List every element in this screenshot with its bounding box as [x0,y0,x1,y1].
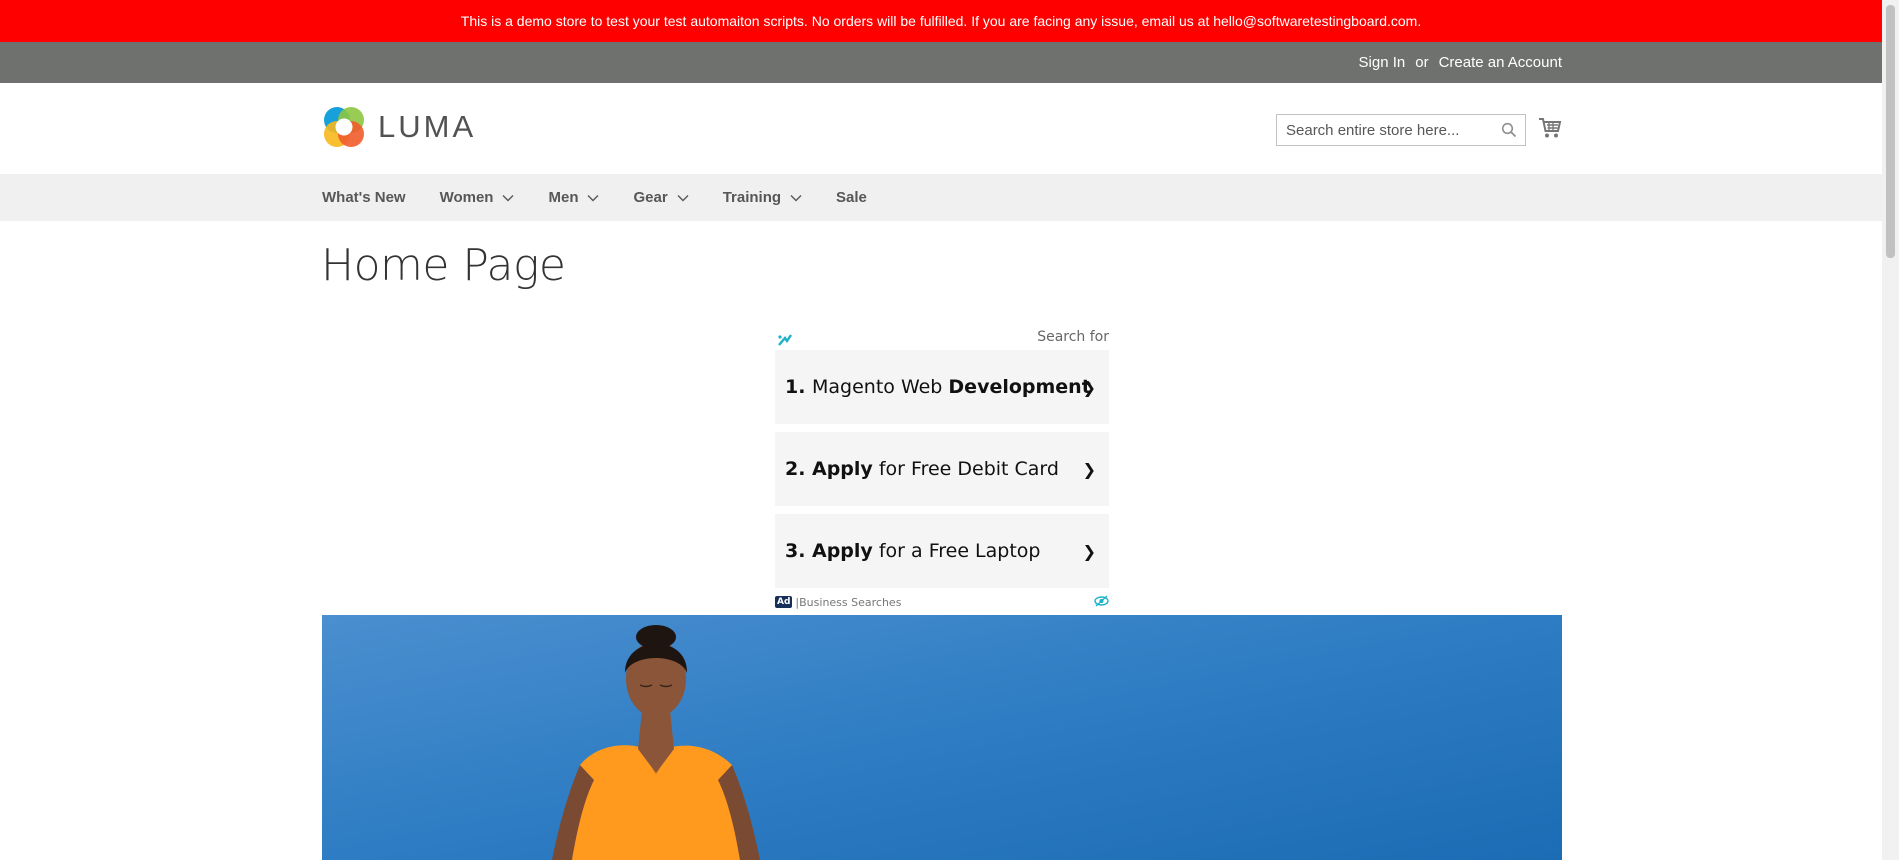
nav-item-label: Sale [836,189,867,206]
hero-banner-image[interactable] [322,615,1562,860]
nav-item-gear[interactable]: Gear [633,189,689,206]
ad-result[interactable]: 3. Apply for a Free Laptop ❯ [775,514,1109,588]
search-icon[interactable] [1501,122,1517,138]
nav-item-women[interactable]: Women [440,189,515,206]
adchoices-icon[interactable] [1094,595,1109,607]
sign-in-link[interactable]: Sign In [1359,54,1406,71]
ad-result[interactable]: 2. Apply for Free Debit Card ❯ [775,432,1109,506]
chevron-down-icon [677,194,689,201]
nav-item-label: Gear [633,189,668,206]
or-separator: or [1415,54,1429,71]
chevron-right-icon: ❯ [1082,541,1096,561]
ad-badge: Ad [775,596,793,608]
logo-text: LUMA [378,109,477,144]
demo-notice-text: This is a demo store to test your test a… [460,13,1422,29]
scrollbar-thumb[interactable] [1886,5,1895,258]
ad-result-text: Magento Web Development [812,376,1091,398]
cart-icon[interactable] [1538,116,1562,140]
main-navigation: What's New Women Men Gear Training Sale [0,174,1882,221]
demo-notice-banner: This is a demo store to test your test a… [0,0,1882,42]
search-box [1276,114,1526,146]
nav-item-whats-new[interactable]: What's New [322,189,406,206]
ad-search-for-label: Search for [1037,329,1109,345]
nav-item-label: Men [548,189,579,206]
account-links: Sign In or Create an Account [1359,42,1562,83]
chevron-down-icon [790,194,802,201]
chevron-right-icon: ❯ [1082,459,1096,479]
page-scrollbar[interactable] [1882,0,1899,860]
ad-result[interactable]: 1. Magento Web Development ❯ [775,350,1109,424]
sponsored-search-ad: Search for 1. Magento Web Development ❯ … [775,326,1109,612]
logo[interactable]: LUMA [322,105,476,149]
site-header: LUMA [0,83,1882,174]
page-title: Home Page [321,240,566,291]
ad-provider-logo-icon [778,334,792,346]
nav-item-label: Women [439,189,494,206]
nav-item-men[interactable]: Men [548,189,599,206]
ad-result-text: Apply for a Free Laptop [812,540,1041,562]
ad-footer: Ad | Business Searches [775,594,1109,610]
ad-footer-text: Business Searches [799,595,902,609]
chevron-right-icon: ❯ [1082,377,1096,397]
nav-item-label: Training [722,189,782,206]
ad-result-number: 1. [785,376,806,398]
chevron-down-icon [502,194,514,201]
luma-logo-icon [324,107,364,147]
search-input[interactable] [1277,115,1496,145]
nav-item-training[interactable]: Training [723,189,802,206]
chevron-down-icon [587,194,599,201]
ad-result-text: Apply for Free Debit Card [812,458,1059,480]
yoga-woman-image [322,615,1562,860]
panel-header: Sign In or Create an Account [0,42,1882,83]
ad-result-number: 2. [785,458,806,480]
ad-result-number: 3. [785,540,806,562]
nav-item-sale[interactable]: Sale [836,189,867,206]
create-account-link[interactable]: Create an Account [1439,54,1562,71]
nav-item-label: What's New [322,189,406,206]
